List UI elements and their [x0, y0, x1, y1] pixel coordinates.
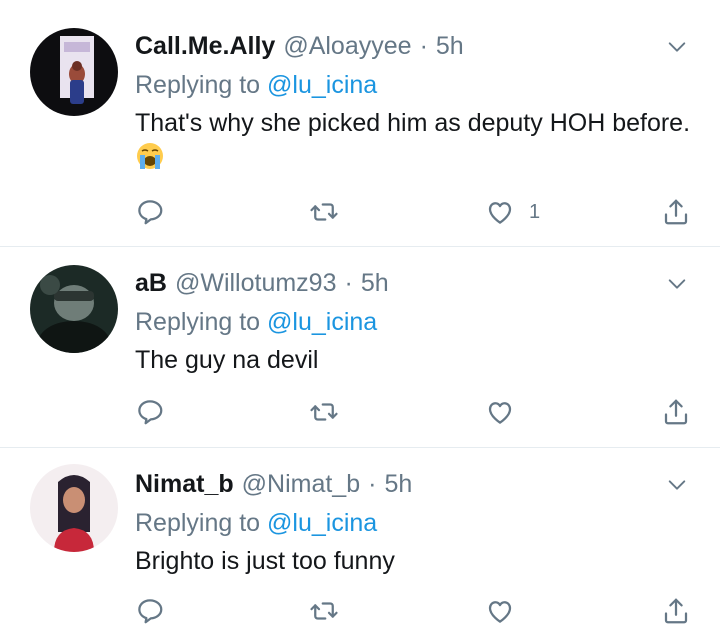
tweet-actions — [135, 594, 695, 628]
replying-to: Replying to @lu_icina — [135, 506, 696, 540]
avatar-image — [30, 464, 118, 552]
reply-icon — [135, 596, 165, 626]
tweet-text: Brighto is just too funny — [135, 547, 395, 575]
loudly-crying-face-emoji — [135, 141, 165, 171]
retweet-button[interactable] — [309, 195, 339, 229]
timestamp[interactable]: 5h — [361, 267, 389, 299]
reply-tweet-3[interactable]: Nimat_b @Nimat_b · 5h Replying to @lu_ic… — [0, 448, 720, 643]
avatar[interactable] — [30, 265, 118, 353]
retweet-icon — [309, 397, 339, 427]
retweet-button[interactable] — [309, 594, 339, 628]
avatar[interactable] — [30, 464, 118, 552]
tweet-text-content: That's why she picked him as deputy HOH … — [135, 109, 691, 137]
avatar[interactable] — [30, 28, 118, 116]
share-button[interactable] — [661, 395, 691, 429]
chevron-down-icon[interactable] — [666, 474, 688, 496]
tweet-header: Call.Me.Ally @Aloayyee · 5h — [135, 30, 696, 62]
chevron-down-icon[interactable] — [666, 273, 688, 295]
avatar-image — [30, 265, 118, 353]
replying-to-label: Replying to — [135, 71, 261, 99]
reply-button[interactable] — [135, 594, 165, 628]
user-handle[interactable]: @Nimat_b — [242, 468, 360, 500]
user-handle[interactable]: @Aloayyee — [283, 30, 411, 62]
timestamp[interactable]: 5h — [436, 30, 464, 62]
like-icon — [485, 397, 515, 427]
like-icon — [485, 596, 515, 626]
like-button[interactable] — [485, 395, 515, 429]
mention-link[interactable]: @lu_icina — [267, 71, 377, 99]
mention-link[interactable]: @lu_icina — [267, 509, 377, 537]
reply-tweet-2[interactable]: aB @Willotumz93 · 5h Replying to @lu_ici… — [0, 247, 720, 447]
display-name[interactable]: Call.Me.Ally — [135, 30, 275, 62]
tweet-actions: 1 — [135, 195, 695, 229]
separator-dot: · — [419, 32, 428, 60]
reply-button[interactable] — [135, 195, 165, 229]
replying-to: Replying to @lu_icina — [135, 68, 696, 102]
display-name[interactable]: Nimat_b — [135, 468, 234, 500]
retweet-button[interactable] — [309, 395, 339, 429]
share-button[interactable] — [661, 195, 691, 229]
retweet-icon — [309, 596, 339, 626]
share-button[interactable] — [661, 594, 691, 628]
retweet-icon — [309, 197, 339, 227]
tweet-text: That's why she picked him as deputy HOH … — [135, 106, 696, 174]
mention-link[interactable]: @lu_icina — [267, 308, 377, 336]
tweet-header: Nimat_b @Nimat_b · 5h — [135, 468, 696, 500]
timestamp[interactable]: 5h — [384, 468, 412, 500]
replying-to-label: Replying to — [135, 308, 261, 336]
tweet-actions — [135, 395, 695, 429]
tweet-header: aB @Willotumz93 · 5h — [135, 267, 696, 299]
replying-to-label: Replying to — [135, 509, 261, 537]
chevron-down-icon[interactable] — [666, 36, 688, 58]
reply-button[interactable] — [135, 395, 165, 429]
like-button[interactable]: 1 — [485, 195, 540, 229]
share-icon — [661, 197, 691, 227]
like-count: 1 — [529, 200, 541, 223]
avatar-image — [30, 28, 118, 116]
reply-tweet-1[interactable]: Call.Me.Ally @Aloayyee · 5h Replying to … — [0, 0, 720, 246]
separator-dot: · — [344, 269, 353, 297]
separator-dot: · — [368, 470, 377, 498]
display-name[interactable]: aB — [135, 267, 167, 299]
reply-icon — [135, 197, 165, 227]
replying-to: Replying to @lu_icina — [135, 305, 696, 339]
reply-icon — [135, 397, 165, 427]
tweet-text: The guy na devil — [135, 346, 319, 374]
like-button[interactable] — [485, 594, 515, 628]
user-handle[interactable]: @Willotumz93 — [175, 267, 337, 299]
share-icon — [661, 596, 691, 626]
share-icon — [661, 397, 691, 427]
like-icon — [485, 197, 515, 227]
